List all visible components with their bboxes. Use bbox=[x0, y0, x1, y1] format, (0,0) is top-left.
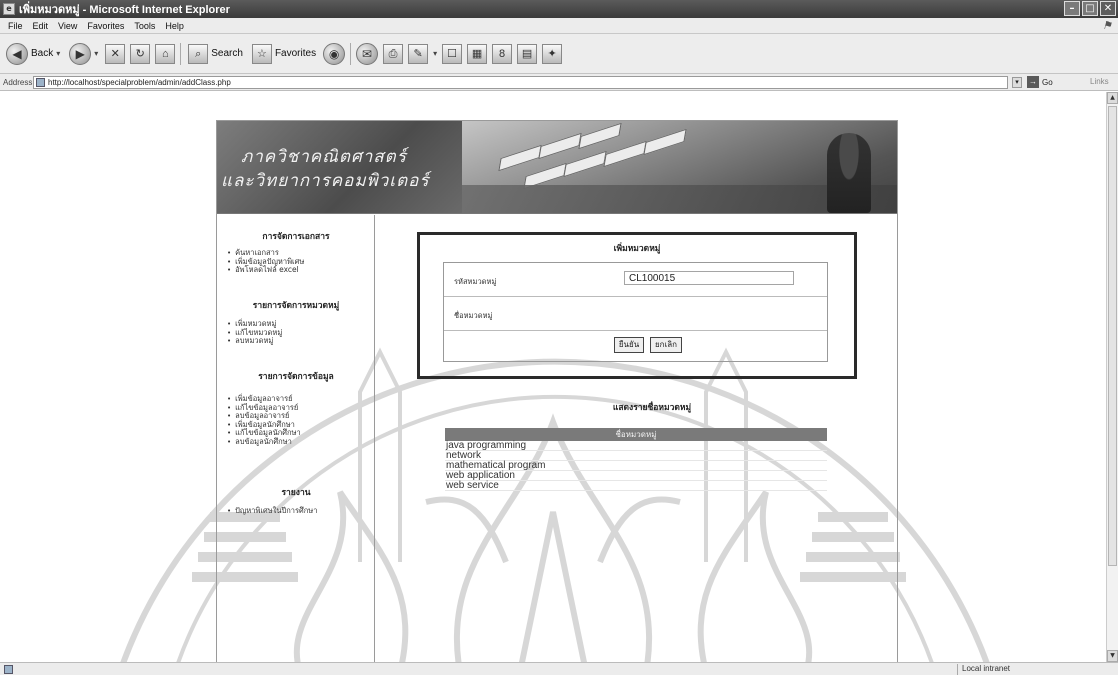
stop-icon[interactable]: ✕ bbox=[105, 43, 126, 64]
page-container: ภาควิชาคณิตศาสตร์ และวิทยาการคอมพิวเตอร์… bbox=[216, 120, 898, 662]
confirm-button[interactable]: ยืนยัน bbox=[614, 337, 644, 353]
banner-title-panel: ภาควิชาคณิตศาสตร์ และวิทยาการคอมพิวเตอร์ bbox=[217, 121, 462, 213]
forward-arrow-icon: ▶ bbox=[69, 42, 92, 65]
form-row-divider bbox=[444, 330, 827, 331]
menu-file[interactable]: File bbox=[8, 21, 23, 31]
favorites-star-icon: ☆ bbox=[251, 43, 272, 64]
toolbar-divider bbox=[350, 42, 352, 65]
sidebar-item-delete-category[interactable]: ลบหมวดหมู่ bbox=[227, 336, 282, 346]
translate-icon[interactable]: ✦ bbox=[542, 43, 563, 64]
sidebar-list-documents: ค้นหาเอกสาร เพิ่มข้อมูลปัญหาพิเศษ อัพโหล… bbox=[227, 248, 304, 275]
form-title: เพิ่มหมวดหมู่ bbox=[613, 244, 661, 254]
table-row: web application bbox=[445, 471, 827, 481]
favorites-button[interactable]: ☆ Favorites bbox=[250, 41, 318, 67]
chevron-down-icon[interactable]: ▾ bbox=[433, 49, 437, 58]
ie-logo-icon: e bbox=[3, 3, 15, 15]
zone-label: Local intranet bbox=[962, 664, 1011, 673]
toolbar-divider bbox=[180, 42, 182, 65]
sidebar-item-report-year[interactable]: ปัญหาพิเศษในปีการศึกษา bbox=[227, 506, 317, 516]
research-icon[interactable]: ▦ bbox=[467, 43, 488, 64]
sidebar-list-data: เพิ่มข้อมูลอาจารย์ แก้ไขข้อมูลอาจารย์ ลบ… bbox=[227, 394, 301, 447]
vertical-scrollbar[interactable]: ▲ ▼ bbox=[1106, 92, 1118, 662]
back-button[interactable]: ◀ Back ▾ bbox=[4, 41, 62, 67]
table-row: web service bbox=[445, 481, 827, 491]
scroll-thumb[interactable] bbox=[1108, 106, 1117, 566]
address-dropdown-icon[interactable]: ▾ bbox=[1012, 77, 1022, 88]
cancel-button[interactable]: ยกเลิก bbox=[650, 337, 682, 353]
home-icon[interactable]: ⌂ bbox=[155, 43, 176, 64]
sidebar-title-data: รายการจัดการข้อมูล bbox=[258, 372, 334, 382]
category-code-field[interactable] bbox=[624, 271, 794, 285]
favorites-label: Favorites bbox=[274, 48, 317, 59]
windows-flag-icon: ⚑ bbox=[1102, 20, 1112, 32]
sidebar-item-delete-student[interactable]: ลบข้อมูลนักศึกษา bbox=[227, 437, 301, 447]
category-code-label: รหัสหมวดหมู่ bbox=[454, 277, 497, 286]
window-controls: – □ ✕ bbox=[1064, 1, 1116, 16]
minimize-button[interactable]: – bbox=[1064, 1, 1080, 16]
address-bar: Address http://localhost/specialproblem/… bbox=[0, 74, 1118, 91]
search-label: Search bbox=[211, 48, 243, 59]
chevron-down-icon[interactable]: ▾ bbox=[56, 49, 60, 58]
chevron-down-icon[interactable]: ▾ bbox=[94, 49, 98, 58]
media-icon[interactable]: ◉ bbox=[323, 42, 346, 65]
print-icon[interactable]: ⎙ bbox=[383, 43, 404, 64]
page-icon bbox=[36, 78, 45, 87]
mail-icon[interactable]: ✉ bbox=[356, 42, 379, 65]
sidebar-title-reports: รายงาน bbox=[281, 488, 311, 498]
scroll-down-icon[interactable]: ▼ bbox=[1107, 650, 1118, 662]
form-row-divider bbox=[444, 296, 827, 297]
word-icon[interactable]: ▤ bbox=[517, 43, 538, 64]
back-arrow-icon: ◀ bbox=[6, 42, 28, 65]
add-category-form: เพิ่มหมวดหมู่ รหัสหมวดหมู่ ชื่อหมวดหมู่ … bbox=[417, 232, 857, 379]
menu-bar: File Edit View Favorites Tools Help ⚑ bbox=[0, 18, 1118, 34]
form-table: รหัสหมวดหมู่ ชื่อหมวดหมู่ ยืนยัน ยกเลิก bbox=[443, 262, 828, 362]
banner-title-line1: ภาควิชาคณิตศาสตร์ bbox=[241, 147, 407, 167]
window-title: เพิ่มหมวดหมู่ - Microsoft Internet Explo… bbox=[19, 4, 230, 16]
header-banner: ภาควิชาคณิตศาสตร์ และวิทยาการคอมพิวเตอร์ bbox=[217, 121, 897, 214]
forward-button[interactable]: ▶ ▾ bbox=[67, 41, 100, 67]
address-url: http://localhost/specialproblem/admin/ad… bbox=[48, 78, 231, 87]
category-name-label: ชื่อหมวดหมู่ bbox=[454, 311, 493, 320]
address-label: Address bbox=[3, 78, 33, 87]
title-bar: e เพิ่มหมวดหมู่ - Microsoft Internet Exp… bbox=[0, 0, 1118, 18]
go-button[interactable]: → Go bbox=[1027, 76, 1053, 88]
go-label: Go bbox=[1042, 77, 1053, 87]
discuss-icon[interactable]: ☐ bbox=[442, 43, 463, 64]
messenger-icon[interactable]: 8 bbox=[492, 43, 513, 64]
banner-figure-image bbox=[827, 133, 871, 213]
back-label: Back bbox=[31, 48, 54, 59]
menu-view[interactable]: View bbox=[58, 21, 77, 31]
sidebar: การจัดการเอกสาร ค้นหาเอกสาร เพิ่มข้อมูลป… bbox=[217, 215, 375, 662]
security-zone: Local intranet bbox=[957, 664, 1107, 675]
sidebar-title-documents: การจัดการเอกสาร bbox=[262, 232, 330, 242]
sidebar-item-upload-excel[interactable]: อัพโหลดไฟล์ excel bbox=[227, 265, 304, 275]
sidebar-list-reports: ปัญหาพิเศษในปีการศึกษา bbox=[227, 506, 317, 516]
page-viewport: ภาควิชาคณิตศาสตร์ และวิทยาการคอมพิวเตอร์… bbox=[0, 92, 1106, 662]
sidebar-title-categories: รายการจัดการหมวดหมู่ bbox=[252, 301, 340, 311]
refresh-icon[interactable]: ↻ bbox=[130, 43, 151, 64]
menu-favorites[interactable]: Favorites bbox=[87, 21, 124, 31]
toolbar: ◀ Back ▾ ▶ ▾ ✕ ↻ ⌂ ⌕ Search ☆ Favorites … bbox=[0, 34, 1118, 74]
banner-keyboard-image bbox=[462, 121, 897, 213]
status-bar: Local intranet bbox=[0, 662, 1118, 675]
table-row: java programming bbox=[445, 441, 827, 451]
search-icon: ⌕ bbox=[188, 43, 209, 64]
category-list-table: ชื่อหมวดหมู่ java programming network ma… bbox=[445, 428, 827, 491]
menu-tools[interactable]: Tools bbox=[134, 21, 155, 31]
menu-edit[interactable]: Edit bbox=[33, 21, 49, 31]
address-input[interactable]: http://localhost/specialproblem/admin/ad… bbox=[33, 76, 1008, 89]
scroll-up-icon[interactable]: ▲ bbox=[1107, 92, 1118, 104]
sidebar-list-categories: เพิ่มหมวดหมู่ แก้ไขหมวดหมู่ ลบหมวดหมู่ bbox=[227, 319, 282, 346]
edit-icon[interactable]: ✎ bbox=[408, 43, 429, 64]
go-arrow-icon: → bbox=[1027, 76, 1039, 88]
menu-help[interactable]: Help bbox=[165, 21, 184, 31]
page-done-icon bbox=[4, 665, 13, 674]
search-button[interactable]: ⌕ Search bbox=[186, 41, 245, 67]
close-button[interactable]: ✕ bbox=[1100, 1, 1116, 16]
maximize-button[interactable]: □ bbox=[1082, 1, 1098, 16]
banner-title-line2: และวิทยาการคอมพิวเตอร์ bbox=[221, 171, 430, 191]
links-label[interactable]: Links bbox=[1090, 77, 1109, 86]
category-list-title: แสดงรายชื่อหมวดหมู่ bbox=[612, 403, 692, 413]
category-name-field[interactable] bbox=[624, 305, 794, 319]
